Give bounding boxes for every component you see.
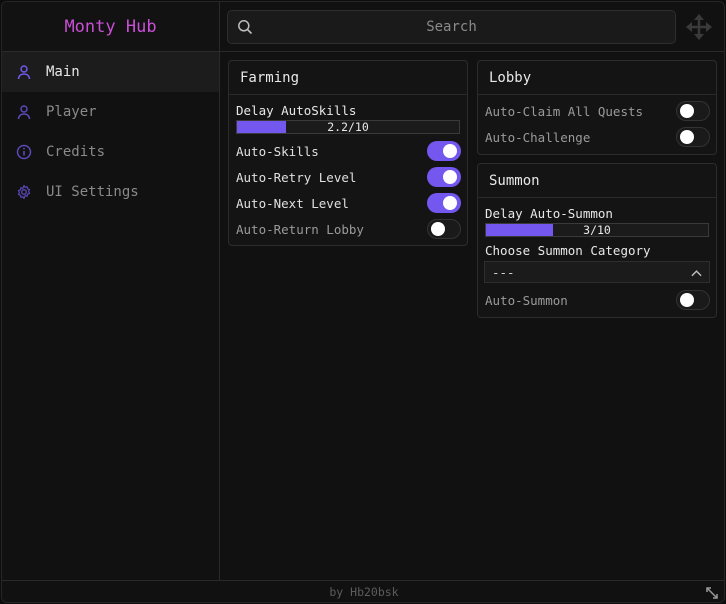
auto-next-level-row: Auto-Next Level: [229, 190, 467, 216]
top-bar: [220, 2, 724, 52]
footer: by Hb20bsk: [2, 580, 724, 602]
sidebar-item-label: Credits: [46, 144, 106, 160]
delay-autoskills-slider[interactable]: 2.2/10: [236, 120, 460, 134]
search-input[interactable]: [228, 11, 675, 43]
summon-category-label: Choose Summon Category: [485, 243, 651, 258]
auto-return-lobby-toggle[interactable]: [427, 219, 461, 239]
toggle-label: Auto-Challenge: [485, 129, 591, 145]
toggle-label: Auto-Skills: [236, 143, 319, 159]
toggle-label: Auto-Next Level: [236, 195, 349, 211]
toggle-label: Auto-Return Lobby: [236, 221, 364, 237]
summon-section: Summon Delay Auto-Summon 3/10 Choose Sum…: [477, 163, 717, 318]
section-title: Farming: [229, 61, 467, 95]
toggle-label: Auto-Retry Level: [236, 169, 357, 185]
farming-section: Farming Delay AutoSkills 2.2/10 Auto-Ski…: [228, 60, 468, 246]
auto-summon-row: Auto-Summon: [478, 287, 716, 313]
sidebar-item-credits[interactable]: Credits: [2, 132, 219, 172]
summon-category-dropdown[interactable]: ---: [484, 261, 710, 283]
info-icon: [16, 144, 32, 160]
sidebar-item-label: UI Settings: [46, 184, 139, 200]
slider-value: 3/10: [583, 223, 611, 237]
toggle-label: Auto-Summon: [485, 292, 568, 308]
auto-challenge-row: Auto-Challenge: [478, 124, 716, 150]
dropdown-value: ---: [492, 264, 515, 280]
auto-claim-quests-row: Auto-Claim All Quests: [478, 98, 716, 124]
sidebar-item-main[interactable]: Main: [2, 52, 219, 92]
auto-challenge-toggle[interactable]: [676, 127, 710, 147]
toggle-label: Auto-Claim All Quests: [485, 103, 644, 119]
lobby-section: Lobby Auto-Claim All Quests Auto-Challen…: [477, 60, 717, 155]
auto-skills-toggle[interactable]: [427, 141, 461, 161]
sidebar-item-player[interactable]: Player: [2, 92, 219, 132]
move-icon[interactable]: [685, 13, 713, 41]
search-icon: [237, 19, 253, 35]
sidebar-item-label: Player: [46, 104, 97, 120]
auto-claim-quests-toggle[interactable]: [676, 101, 710, 121]
delay-auto-summon-label: Delay Auto-Summon: [485, 206, 613, 221]
slider-value: 2.2/10: [327, 120, 369, 134]
auto-return-lobby-row: Auto-Return Lobby: [229, 216, 467, 242]
sidebar-item-ui-settings[interactable]: UI Settings: [2, 172, 219, 212]
auto-retry-level-row: Auto-Retry Level: [229, 164, 467, 190]
auto-summon-toggle[interactable]: [676, 290, 710, 310]
app-title: Monty Hub: [2, 2, 219, 52]
search-box[interactable]: [227, 10, 676, 44]
delay-autoskills-label: Delay AutoSkills: [236, 103, 357, 118]
auto-next-level-toggle[interactable]: [427, 193, 461, 213]
section-title: Lobby: [478, 61, 716, 95]
sidebar-item-label: Main: [46, 64, 80, 80]
user-icon: [16, 64, 32, 80]
chevron-up-icon: [691, 265, 702, 280]
section-title: Summon: [478, 164, 716, 198]
delay-auto-summon-slider[interactable]: 3/10: [485, 223, 709, 237]
auto-retry-level-toggle[interactable]: [427, 167, 461, 187]
gear-icon: [16, 184, 32, 200]
sidebar: Monty Hub Main Player Credits UI Setting…: [2, 2, 220, 582]
footer-credit: by Hb20bsk: [329, 584, 399, 599]
hub-window: Monty Hub Main Player Credits UI Setting…: [1, 1, 725, 603]
auto-skills-row: Auto-Skills: [229, 138, 467, 164]
resize-icon[interactable]: [705, 585, 719, 599]
user-icon: [16, 104, 32, 120]
